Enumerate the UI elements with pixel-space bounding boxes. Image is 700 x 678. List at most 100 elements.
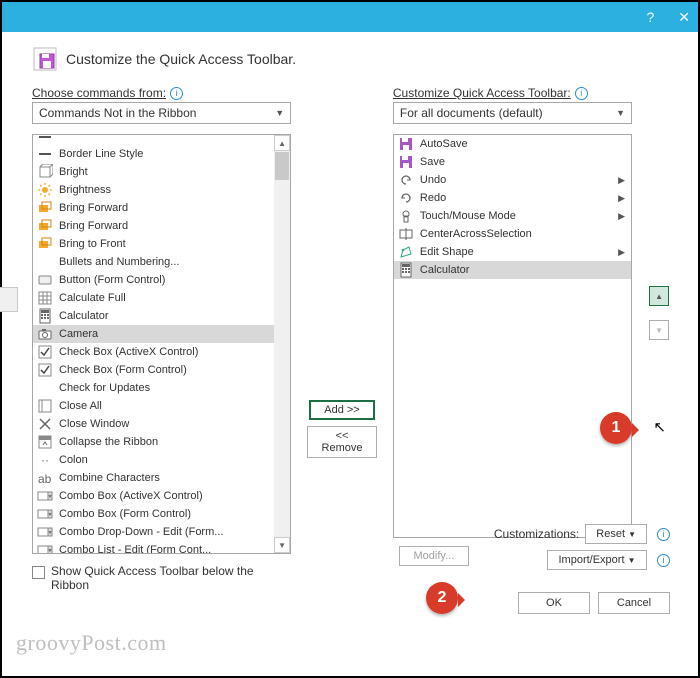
qat-item[interactable]: Edit Shape▶ (394, 243, 631, 261)
show-below-ribbon-checkbox[interactable] (32, 566, 45, 579)
qat-listbox[interactable]: AutoSaveSaveUndo▶Redo▶Touch/Mouse Mode▶C… (393, 134, 632, 538)
move-down-button[interactable]: ▼ (649, 320, 669, 340)
commands-listbox[interactable]: Border Line Style▶BrightBrightness▶Bring… (32, 134, 291, 554)
chevron-down-icon: ▼ (275, 108, 284, 118)
commands-item[interactable]: Brightness▶ (33, 181, 290, 199)
info-icon[interactable]: i (657, 554, 670, 567)
calc-icon (398, 262, 414, 278)
submenu-indicator-icon: ▶ (617, 175, 627, 186)
qat-item[interactable]: Redo▶ (394, 189, 631, 207)
list-item-label: Save (420, 156, 611, 168)
list-item-label: Combine Characters (59, 472, 270, 484)
commands-item[interactable]: Colon (33, 451, 290, 469)
move-up-button[interactable]: ▲ (649, 286, 669, 306)
list-item-label: AutoSave (420, 138, 611, 150)
show-below-ribbon-label: Show Quick Access Toolbar below the Ribb… (51, 564, 271, 592)
commands-item[interactable]: Border Line Style▶ (33, 145, 290, 163)
commands-item[interactable]: Camera (33, 325, 290, 343)
list-item-label: Calculate Full (59, 292, 270, 304)
info-icon[interactable]: i (170, 87, 183, 100)
commands-item[interactable]: Bring Forward (33, 199, 290, 217)
remove-button[interactable]: << Remove (307, 426, 377, 458)
commands-item[interactable]: Check for Updates (33, 379, 290, 397)
commands-item[interactable]: Combo Drop-Down - Edit (Form... (33, 523, 290, 541)
choose-commands-combo[interactable]: Commands Not in the Ribbon▼ (32, 102, 291, 124)
commands-item[interactable]: Check Box (Form Control) (33, 361, 290, 379)
scrollbar[interactable]: ▲ ▼ (274, 135, 290, 553)
commands-item[interactable]: Button (Form Control) (33, 271, 290, 289)
list-item-label: Combo List - Edit (Form Cont... (59, 544, 270, 554)
commands-item[interactable]: Combine Characters (33, 469, 290, 487)
save-purple-icon (398, 136, 414, 152)
layers-orange-icon (37, 200, 53, 216)
list-item-label: Check for Updates (59, 382, 270, 394)
list-item-label: Bullets and Numbering... (59, 256, 270, 268)
list-item-label: Close Window (59, 418, 270, 430)
commands-item[interactable]: Bullets and Numbering... (33, 253, 290, 271)
close-button[interactable]: ✕ (678, 9, 690, 26)
commands-item[interactable]: Bring to Front (33, 235, 290, 253)
watermark: groovyPost.com (16, 630, 167, 656)
qat-item[interactable]: CenterAcrossSelection (394, 225, 631, 243)
qat-item[interactable]: Calculator (394, 261, 631, 279)
commands-item[interactable]: Collapse the Ribbon (33, 433, 290, 451)
help-button[interactable]: ? (646, 9, 654, 25)
modify-button: Modify... (399, 546, 469, 566)
commands-item[interactable]: Combo List - Edit (Form Cont... (33, 541, 290, 554)
scrollbar-thumb[interactable] (275, 152, 289, 180)
commands-item[interactable]: Bring Forward|▶ (33, 217, 290, 235)
commands-item[interactable]: Close Window (33, 415, 290, 433)
choose-commands-label: Choose commands from:i (32, 86, 291, 100)
scroll-up-icon[interactable]: ▲ (274, 135, 290, 151)
list-item-label: Bring Forward (59, 220, 270, 232)
commands-item[interactable]: Calculate Full (33, 289, 290, 307)
list-item-label: Check Box (ActiveX Control) (59, 346, 270, 358)
commands-item[interactable] (33, 135, 290, 145)
collapse-icon (37, 434, 53, 450)
list-item-label: Check Box (Form Control) (59, 364, 270, 376)
reset-button[interactable]: Reset ▼ (585, 524, 647, 544)
list-item-label: Combo Drop-Down - Edit (Form... (59, 526, 270, 538)
list-item-label: CenterAcrossSelection (420, 228, 611, 240)
combo-icon (37, 524, 53, 540)
info-icon[interactable]: i (575, 87, 588, 100)
qat-item[interactable]: Undo▶ (394, 171, 631, 189)
list-item-label: Combo Box (Form Control) (59, 508, 270, 520)
annotation-callout-2: 2 (426, 582, 458, 614)
combo-icon (37, 488, 53, 504)
commands-item[interactable]: Close All (33, 397, 290, 415)
commands-item[interactable]: Combo Box (Form Control) (33, 505, 290, 523)
commands-item[interactable]: Calculator (33, 307, 290, 325)
dialog-title: Customize the Quick Access Toolbar. (66, 51, 296, 67)
commands-item[interactable]: Check Box (ActiveX Control) (33, 343, 290, 361)
customize-qat-combo[interactable]: For all documents (default)▼ (393, 102, 632, 124)
closex-icon (37, 416, 53, 432)
center-icon (398, 226, 414, 242)
commands-item[interactable]: Bright (33, 163, 290, 181)
list-item-label: Edit Shape (420, 246, 611, 258)
commands-item[interactable]: Combo Box (ActiveX Control) (33, 487, 290, 505)
qat-item[interactable]: Touch/Mouse Mode▶ (394, 207, 631, 225)
list-item-label: Calculator (420, 264, 611, 276)
qat-item[interactable]: AutoSave (394, 135, 631, 153)
info-icon[interactable]: i (657, 528, 670, 541)
check-icon (37, 344, 53, 360)
list-item-label: Close All (59, 400, 270, 412)
list-item-label: Bring to Front (59, 238, 270, 250)
ok-button[interactable]: OK (518, 592, 590, 614)
list-item-label: Combo Box (ActiveX Control) (59, 490, 270, 502)
import-export-button[interactable]: Import/Export ▼ (547, 550, 647, 570)
qat-item[interactable]: Save (394, 153, 631, 171)
layers-orange-icon (37, 236, 53, 252)
qat-icon (32, 46, 58, 72)
close-icon (37, 398, 53, 414)
scroll-down-icon[interactable]: ▼ (274, 537, 290, 553)
redo-icon (398, 190, 414, 206)
add-button[interactable]: Add >> (309, 400, 375, 420)
cancel-button[interactable]: Cancel (598, 592, 670, 614)
line-icon (37, 146, 53, 162)
combo-icon (37, 506, 53, 522)
list-item-label: Redo (420, 192, 611, 204)
submenu-indicator-icon: ▶ (617, 211, 627, 222)
check-icon (37, 362, 53, 378)
